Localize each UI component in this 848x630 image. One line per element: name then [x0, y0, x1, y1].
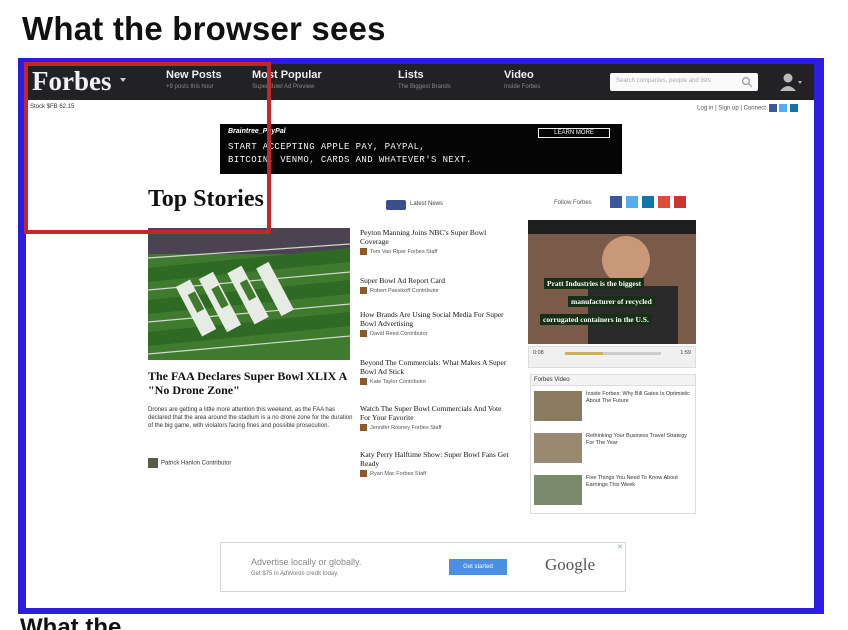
linkedin-icon[interactable] [642, 196, 654, 208]
author-name: David Reed Contributor [370, 330, 428, 337]
twitter-icon[interactable] [779, 104, 788, 112]
story-item[interactable]: Katy Perry Halftime Show: Super Bowl Fan… [360, 450, 510, 477]
story-byline: Jennifer Rooney Forbes Staff [360, 424, 510, 431]
story-byline: Ryan Mac Forbes Staff [360, 470, 510, 477]
story-item[interactable]: Beyond The Commercials: What Makes A Sup… [360, 358, 510, 385]
related-header: Forbes Video [531, 375, 695, 386]
google-plus-icon[interactable] [658, 196, 670, 208]
video-progress-track[interactable] [565, 352, 661, 355]
account-links: Log in | Sign up | Connect [697, 104, 798, 112]
video-time-elapsed: 0:08 [533, 350, 544, 356]
football-field-image[interactable] [148, 228, 350, 360]
related-text: Inside Forbes: Why Bill Gates Is Optimis… [586, 391, 690, 404]
story-headline[interactable]: Beyond The Commercials: What Makes A Sup… [360, 358, 510, 376]
author-name: Tom Van Riper Forbes Staff [370, 248, 438, 255]
author-name: Jennifer Rooney Forbes Staff [370, 424, 442, 431]
nav-label: Video [504, 69, 534, 81]
related-thumbnail [534, 433, 582, 463]
related-thumbnail [534, 475, 582, 505]
video-caption: corrugated containers in the U.S. [540, 314, 652, 325]
hero-byline[interactable]: Patrick Hanlon Contributor [148, 458, 231, 468]
related-item[interactable]: Inside Forbes: Why Bill Gates Is Optimis… [534, 389, 692, 425]
nav-label: Lists [398, 69, 424, 81]
search-icon[interactable] [741, 76, 753, 88]
ad-close-icon[interactable]: ✕ [617, 543, 623, 551]
login-links[interactable]: Log in | Sign up | Connect [697, 106, 766, 112]
latest-news-link[interactable]: Latest News [410, 201, 443, 207]
author-avatar [360, 287, 367, 294]
slide-title: What the browser sees [22, 10, 386, 47]
ad-learn-more-button[interactable]: LEARN MORE [538, 128, 610, 138]
video-caption: Pratt Industries is the biggest [544, 278, 645, 289]
author-avatar [360, 470, 367, 477]
related-item[interactable]: Five Things You Need To Know About Earni… [534, 473, 692, 509]
story-headline[interactable]: Katy Perry Halftime Show: Super Bowl Fan… [360, 450, 510, 468]
ad-subline: Get $75 in AdWords credit today. [251, 571, 339, 577]
video-player[interactable]: Pratt Industries is the biggest manufact… [528, 220, 696, 344]
video-controls[interactable]: 0:08 1:59 [528, 346, 696, 368]
related-item[interactable]: Rethinking Your Business Travel Strategy… [534, 431, 692, 467]
story-item[interactable]: Peyton Manning Joins NBC's Super Bowl Co… [360, 228, 510, 255]
search-input[interactable]: Search companies, people and lists [610, 73, 758, 91]
story-byline: Tom Van Riper Forbes Staff [360, 248, 510, 255]
story-byline: Kate Taylor Contributor [360, 378, 510, 385]
get-started-button[interactable]: Get started [449, 559, 507, 575]
related-text: Rethinking Your Business Travel Strategy… [586, 433, 687, 446]
author-avatar [360, 248, 367, 255]
latest-news-icon[interactable] [386, 200, 406, 210]
linkedin-icon[interactable] [790, 104, 798, 112]
story-item[interactable]: How Brands Are Using Social Media For Su… [360, 310, 510, 337]
author-name: Patrick Hanlon Contributor [161, 460, 232, 467]
nav-lists[interactable]: Lists The Biggest Brands [398, 69, 451, 90]
search-placeholder: Search companies, people and lists [616, 78, 711, 84]
related-text: Five Things You Need To Know About Earni… [586, 475, 678, 488]
story-byline: Robert Passikoff Contributor [360, 287, 510, 294]
twitter-icon[interactable] [626, 196, 638, 208]
highlight-box [24, 62, 271, 234]
story-byline: David Reed Contributor [360, 330, 510, 337]
nav-sub: Inside Forbes [504, 84, 541, 90]
author-name: Ryan Mac Forbes Staff [370, 470, 427, 477]
story-item[interactable]: Watch The Super Bowl Commercials And Vot… [360, 404, 510, 431]
nav-sub: The Biggest Brands [398, 84, 451, 90]
video-duration: 1:59 [680, 350, 691, 356]
author-avatar [360, 330, 367, 337]
ad-headline: Advertise locally or globally. [251, 557, 362, 567]
slide-bottom-text: What the [20, 614, 122, 630]
related-video-list: Forbes Video Inside Forbes: Why Bill Gat… [530, 374, 696, 514]
google-ad[interactable]: Advertise locally or globally. Get $75 i… [220, 542, 626, 592]
author-name: Kate Taylor Contributor [370, 378, 427, 385]
author-name: Robert Passikoff Contributor [370, 287, 439, 294]
youtube-icon[interactable] [674, 196, 686, 208]
nav-video[interactable]: Video Inside Forbes [504, 69, 540, 90]
video-progress-fill [565, 352, 604, 355]
user-icon[interactable] [778, 72, 802, 92]
follow-label: Follow Forbes [554, 200, 592, 206]
paypal-banner-ad[interactable]: Braintree_PayPal START ACCEPTING APPLE P… [220, 124, 622, 174]
hero-blurb: Drones are getting a little more attenti… [148, 407, 353, 429]
story-headline[interactable]: Super Bowl Ad Report Card [360, 276, 510, 285]
author-avatar [360, 378, 367, 385]
story-headline[interactable]: Peyton Manning Joins NBC's Super Bowl Co… [360, 228, 510, 246]
facebook-icon[interactable] [768, 104, 777, 112]
story-headline[interactable]: Watch The Super Bowl Commercials And Vot… [360, 404, 510, 422]
google-logo: Google [545, 555, 596, 574]
story-headline[interactable]: How Brands Are Using Social Media For Su… [360, 310, 510, 328]
video-caption: manufacturer of recycled [568, 296, 655, 307]
author-avatar [360, 424, 367, 431]
story-item[interactable]: Super Bowl Ad Report Card Robert Passiko… [360, 276, 510, 294]
related-thumbnail [534, 391, 582, 421]
hero-headline[interactable]: The FAA Declares Super Bowl XLIX A "No D… [148, 369, 358, 397]
author-avatar [148, 458, 158, 468]
facebook-icon[interactable] [610, 196, 622, 208]
